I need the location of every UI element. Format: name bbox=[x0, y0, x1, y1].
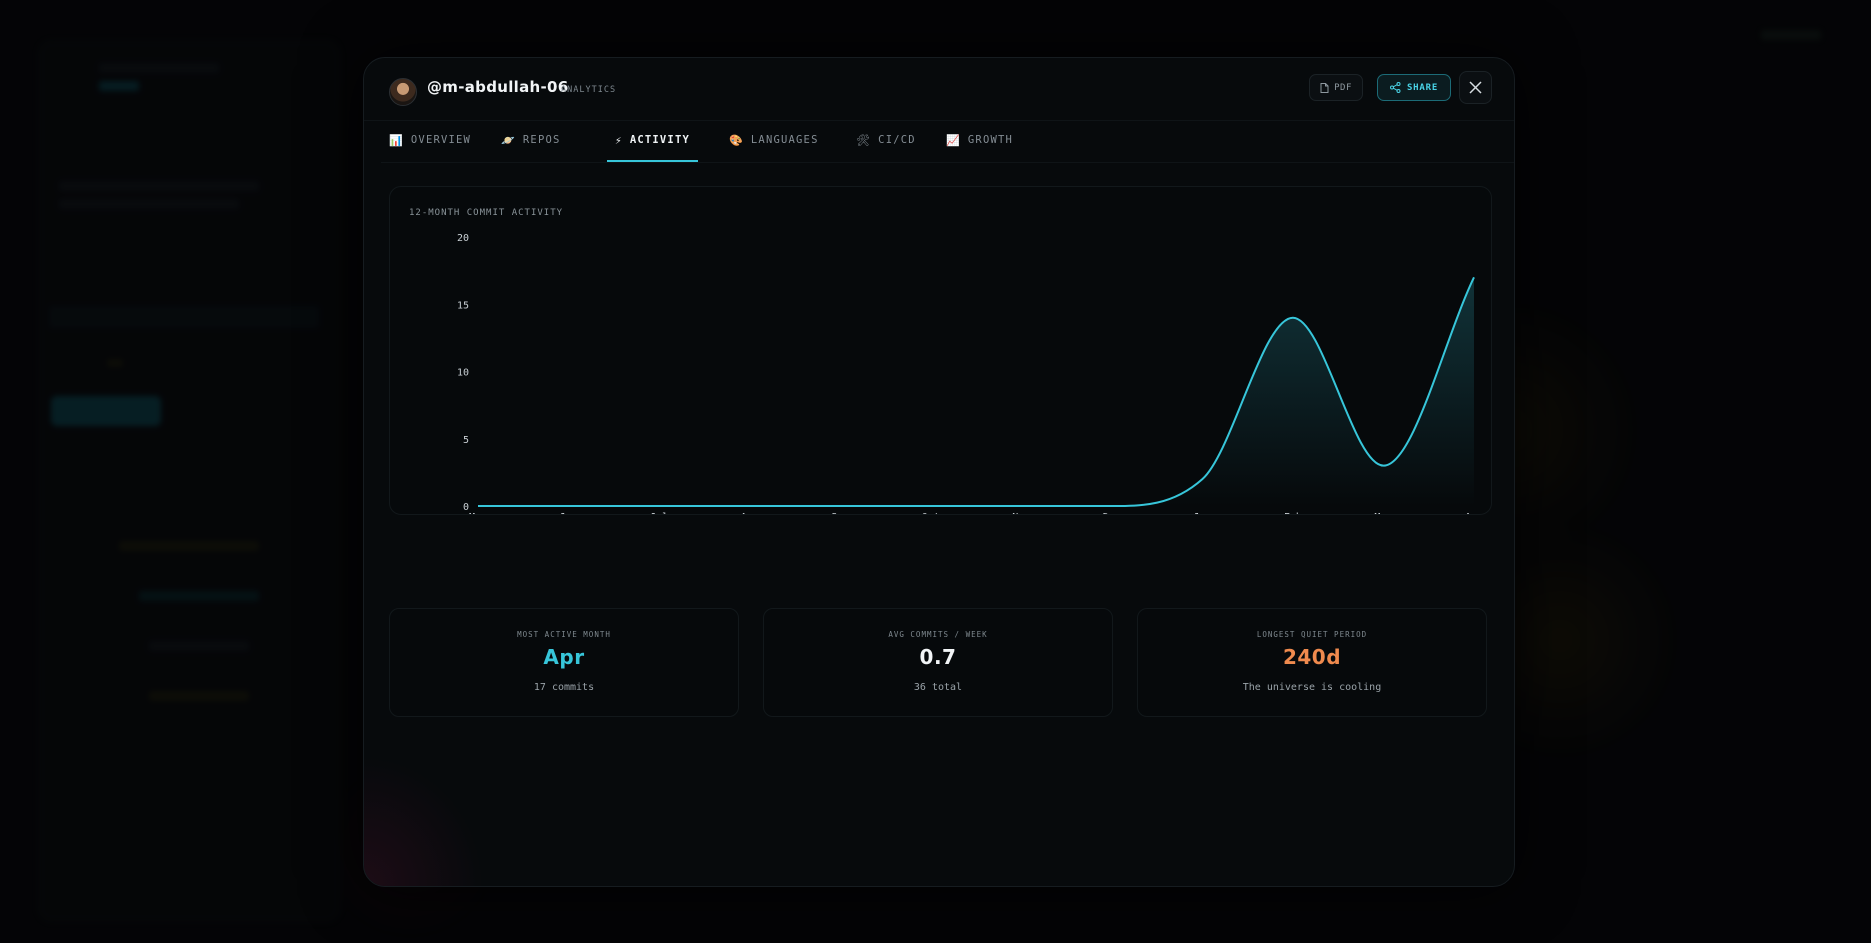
analytics-modal: @m-abdullah-06 ANALYTICS PDF SHARE 📊 OVE… bbox=[363, 57, 1515, 887]
y-tick-label: 20 bbox=[457, 233, 469, 244]
stat-subtext: 36 total bbox=[913, 682, 963, 693]
stat-label: MOST ACTIVE MONTH bbox=[517, 630, 611, 639]
share-button[interactable]: SHARE bbox=[1377, 74, 1451, 101]
x-tick-label: Dec bbox=[1103, 512, 1121, 514]
x-tick-label: Oct bbox=[922, 512, 940, 514]
active-tab-indicator bbox=[607, 160, 699, 162]
tab-bar: 📊 OVERVIEW 🪐 REPOS ⚡ ACTIVITY 🎨 LANGUAGE… bbox=[381, 120, 1514, 163]
modal-header: @m-abdullah-06 ANALYTICS PDF SHARE bbox=[364, 58, 1514, 121]
tab-label: REPOS bbox=[522, 134, 561, 146]
profile-username: @m-abdullah-06 bbox=[427, 78, 569, 96]
tab-cicd[interactable]: 🛠 CI/CD bbox=[848, 120, 924, 160]
tab-label: OVERVIEW bbox=[410, 134, 472, 146]
commit-activity-card: 12-MONTH COMMIT ACTIVITY 05101520MayJunJ… bbox=[389, 186, 1492, 515]
lightning-icon: ⚡ bbox=[615, 133, 623, 147]
stat-subtext: 17 commits bbox=[533, 682, 595, 693]
tab-languages[interactable]: 🎨 LANGUAGES bbox=[721, 120, 827, 160]
close-button[interactable] bbox=[1459, 71, 1492, 104]
x-tick-label: Feb bbox=[1284, 512, 1302, 514]
tab-label: ACTIVITY bbox=[629, 134, 691, 146]
tab-overview[interactable]: 📊 OVERVIEW bbox=[381, 120, 479, 160]
x-tick-label: Apr bbox=[1465, 512, 1483, 514]
x-tick-label: Jun bbox=[560, 512, 578, 514]
file-icon bbox=[1320, 82, 1329, 93]
chart-bar-icon: 📊 bbox=[389, 133, 404, 147]
stat-label: AVG COMMITS / WEEK bbox=[888, 630, 988, 639]
stat-most-active-month: MOST ACTIVE MONTH Apr 17 commits bbox=[389, 608, 739, 717]
trend-up-icon: 📈 bbox=[946, 133, 961, 147]
tools-icon: 🛠 bbox=[856, 133, 872, 147]
modal-subtitle: ANALYTICS bbox=[561, 85, 617, 95]
y-tick-label: 15 bbox=[457, 300, 469, 311]
tab-activity[interactable]: ⚡ ACTIVITY bbox=[607, 120, 699, 162]
share-button-label: SHARE bbox=[1406, 82, 1439, 93]
stat-value: Apr bbox=[543, 645, 585, 669]
planet-icon: 🪐 bbox=[501, 133, 516, 147]
tab-label: LANGUAGES bbox=[750, 134, 819, 146]
share-icon bbox=[1389, 82, 1401, 93]
stat-longest-quiet-period: LONGEST QUIET PERIOD 240d The universe i… bbox=[1137, 608, 1487, 717]
pdf-button[interactable]: PDF bbox=[1309, 74, 1363, 101]
x-tick-label: Sep bbox=[831, 512, 849, 514]
x-tick-label: Aug bbox=[741, 512, 759, 514]
pdf-button-label: PDF bbox=[1334, 82, 1352, 93]
tab-growth[interactable]: 📈 GROWTH bbox=[938, 120, 1021, 160]
tab-label: GROWTH bbox=[967, 134, 1014, 146]
y-tick-label: 10 bbox=[457, 368, 469, 379]
stat-value: 0.7 bbox=[919, 645, 957, 669]
y-tick-label: 5 bbox=[463, 435, 469, 446]
series-area bbox=[478, 277, 1474, 506]
tab-repos[interactable]: 🪐 REPOS bbox=[493, 120, 569, 160]
palette-icon: 🎨 bbox=[729, 133, 744, 147]
x-tick-label: Jul bbox=[650, 512, 668, 514]
x-tick-label: May bbox=[469, 512, 487, 514]
stat-value: 240d bbox=[1282, 645, 1342, 669]
close-icon bbox=[1469, 81, 1482, 94]
commit-activity-chart: 05101520MayJunJulAugSepOctNovDecJanFebMa… bbox=[457, 233, 1483, 514]
x-tick-label: Nov bbox=[1012, 512, 1030, 514]
stat-avg-commits-week: AVG COMMITS / WEEK 0.7 36 total bbox=[763, 608, 1113, 717]
tab-label: CI/CD bbox=[878, 134, 916, 146]
stat-label: LONGEST QUIET PERIOD bbox=[1256, 630, 1368, 639]
stat-subtext: The universe is cooling bbox=[1242, 682, 1382, 693]
x-tick-label: Mar bbox=[1374, 512, 1392, 514]
avatar bbox=[389, 78, 417, 106]
x-tick-label: Jan bbox=[1193, 512, 1211, 514]
